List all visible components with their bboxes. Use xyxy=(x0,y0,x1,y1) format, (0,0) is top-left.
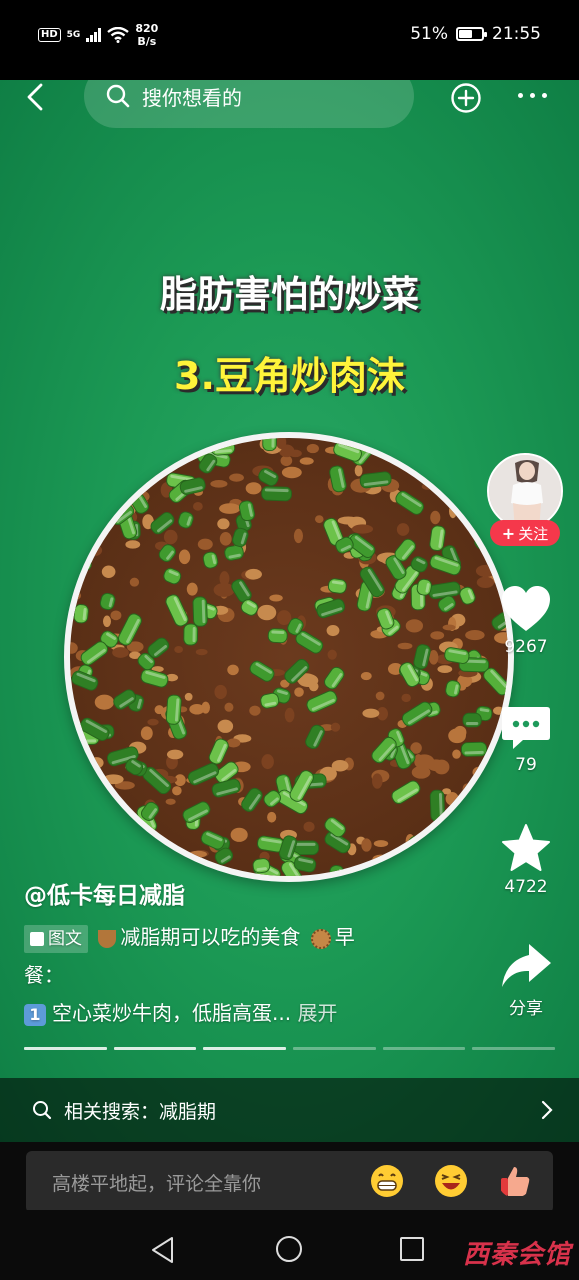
hd-indicator: HD xyxy=(38,28,61,42)
progress-segment xyxy=(382,1047,466,1050)
post-description[interactable]: 图文 减脂期可以吃的美食 早 餐： 1 空心菜炒牛肉，低脂高蛋... 展开 xyxy=(24,918,464,1032)
net-speed-value: 820 xyxy=(135,22,159,35)
expand-link[interactable]: 展开 xyxy=(297,1001,337,1025)
star-icon xyxy=(502,824,550,871)
follow-button[interactable]: + 关注 xyxy=(490,520,560,546)
avatar-figure xyxy=(489,455,561,527)
comment-input[interactable]: 高楼平地起，评论全靠你 xyxy=(26,1151,553,1213)
status-bar: HD 5G 820 B/s 51% 21:55 xyxy=(0,0,579,80)
type-tag-label: 图文 xyxy=(48,928,82,949)
comment-count: 79 xyxy=(515,755,537,775)
net-speed-unit: B/s xyxy=(137,35,157,48)
comment-icon xyxy=(502,707,550,749)
chevron-right-icon xyxy=(541,1100,553,1120)
search-icon xyxy=(106,84,130,108)
desc-line-2: 餐： xyxy=(24,963,64,987)
desc-text-3: 空心菜炒牛肉，低脂高蛋... xyxy=(52,1001,292,1025)
search-box[interactable]: 搜你想看的 xyxy=(84,80,414,128)
network-type: 5G xyxy=(66,30,81,40)
image-text-icon xyxy=(30,931,44,946)
progress-segment xyxy=(293,1047,376,1050)
dish-image xyxy=(64,432,514,882)
nav-recent-icon[interactable] xyxy=(400,1237,424,1261)
clock: 21:55 xyxy=(492,24,541,44)
back-icon[interactable] xyxy=(22,82,52,112)
battery-percent: 51% xyxy=(410,24,448,44)
follow-plus-icon: + xyxy=(501,523,516,543)
watermark-logo: 西秦会馆 xyxy=(462,1240,571,1270)
cookie-emoji-icon xyxy=(310,928,331,949)
wifi-icon xyxy=(107,27,130,43)
desc-text-1-tail: 早 xyxy=(334,925,355,949)
like-button[interactable]: 9267 xyxy=(486,585,566,657)
dish-illustration xyxy=(70,438,508,876)
share-label: 分享 xyxy=(509,999,543,1019)
author-avatar[interactable] xyxy=(487,453,563,529)
search-icon xyxy=(33,1101,52,1120)
status-right: 51% 21:55 xyxy=(410,24,541,44)
progress-segment xyxy=(113,1047,197,1050)
nav-back-icon[interactable] xyxy=(150,1236,176,1264)
search-placeholder: 搜你想看的 xyxy=(142,85,242,110)
plus-circle-icon[interactable] xyxy=(450,82,482,114)
number-one-emoji-icon: 1 xyxy=(24,1003,46,1026)
related-search-bar[interactable]: 相关搜索：减脂期 xyxy=(0,1078,579,1142)
status-left: HD 5G 820 B/s xyxy=(38,22,158,48)
desc-line-1: 图文 减脂期可以吃的美食 早 xyxy=(24,918,464,956)
related-search-label: 相关搜索：减脂期 xyxy=(64,1100,217,1123)
laugh-emoji-icon[interactable] xyxy=(434,1164,468,1198)
top-bar: 搜你想看的 xyxy=(0,80,579,128)
thumbs-up-emoji-icon[interactable] xyxy=(498,1164,532,1198)
post-image-subtitle: 3.豆角炒肉沫 xyxy=(174,354,405,398)
type-tag: 图文 xyxy=(24,924,88,953)
desc-text-1: 减脂期可以吃的美食 xyxy=(120,925,301,949)
progress-segment xyxy=(24,1047,107,1050)
image-progress xyxy=(24,1047,556,1050)
system-nav-bar: 西秦会馆 xyxy=(0,1210,579,1280)
heart-icon xyxy=(502,586,550,631)
progress-segment xyxy=(472,1047,556,1050)
post-image-title: 脂肪害怕的炒菜 xyxy=(160,273,419,316)
battery-icon xyxy=(456,27,487,41)
net-speed: 820 B/s xyxy=(135,22,158,48)
share-icon xyxy=(502,944,551,987)
author-name[interactable]: @低卡每日减脂 xyxy=(24,876,185,910)
post-content[interactable]: 搜你想看的 脂肪害怕的炒菜 3.豆角炒肉沫 + 关注 9267 79 4722 xyxy=(0,80,579,1142)
grin-emoji-icon[interactable] xyxy=(370,1164,404,1198)
progress-segment xyxy=(203,1047,287,1050)
bowl-emoji-icon xyxy=(98,929,117,948)
follow-label: 关注 xyxy=(518,524,549,543)
share-button[interactable]: 分享 xyxy=(486,942,566,1019)
like-count: 9267 xyxy=(504,637,548,657)
comment-placeholder: 高楼平地起，评论全靠你 xyxy=(52,1172,262,1195)
more-icon[interactable] xyxy=(518,93,547,98)
nav-home-icon[interactable] xyxy=(276,1236,302,1262)
desc-line-3: 1 空心菜炒牛肉，低脂高蛋... 展开 xyxy=(24,994,464,1032)
favorite-button[interactable]: 4722 xyxy=(486,823,566,897)
favorite-count: 4722 xyxy=(504,877,548,897)
signal-icon xyxy=(86,28,102,42)
comment-button[interactable]: 79 xyxy=(486,705,566,775)
